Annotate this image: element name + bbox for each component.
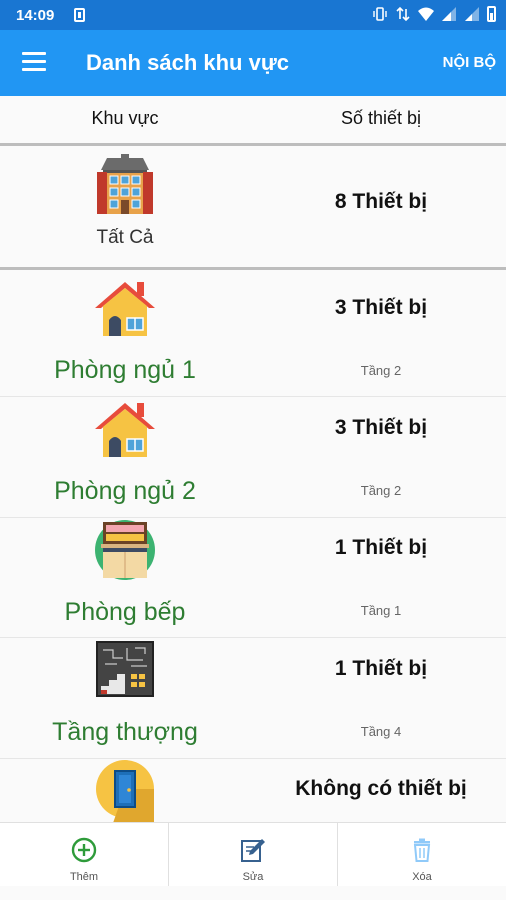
floor-label: Tầng 1 bbox=[360, 603, 402, 618]
edit-button[interactable]: Sửa bbox=[168, 823, 337, 886]
bottom-spacer bbox=[0, 886, 506, 900]
kitchen-icon bbox=[95, 520, 155, 580]
status-bar: 14:09 bbox=[0, 0, 506, 30]
area-name: Tất Cả bbox=[96, 227, 154, 248]
status-time: 14:09 bbox=[16, 7, 55, 24]
signal-icon-1 bbox=[442, 7, 456, 21]
area-name: Phòng bếp bbox=[64, 598, 186, 626]
device-count: 3 Thiết bị bbox=[334, 416, 428, 439]
signal-icon-2 bbox=[465, 7, 479, 21]
delete-button[interactable]: Xóa bbox=[337, 823, 506, 886]
floor-label: Tầng 2 bbox=[360, 363, 402, 378]
internal-button[interactable]: NỘI BỘ bbox=[443, 54, 496, 71]
list-item-kitchen[interactable]: Phòng bếp 1 Thiết bị Tầng 1 bbox=[0, 518, 506, 637]
device-count: 3 Thiết bị bbox=[334, 296, 428, 319]
data-arrows-icon bbox=[396, 6, 410, 22]
list-item-unassigned[interactable]: Không có thiết bị bbox=[0, 759, 506, 822]
add-label: Thêm bbox=[69, 871, 99, 883]
list-item-all[interactable]: Tất Cả 8 Thiết bị bbox=[0, 146, 506, 267]
house-icon bbox=[95, 282, 155, 336]
device-count: 8 Thiết bị bbox=[334, 190, 428, 213]
battery-icon bbox=[487, 6, 496, 22]
floor-label: Tầng 4 bbox=[360, 724, 402, 739]
area-name: Phòng ngủ 1 bbox=[54, 356, 196, 384]
app-bar: Danh sách khu vực NỘI BỘ bbox=[0, 30, 506, 96]
column-header-device-count: Số thiết bị bbox=[340, 108, 422, 128]
device-count: 1 Thiết bị bbox=[334, 536, 428, 559]
list-item-rooftop[interactable]: Tầng thượng 1 Thiết bị Tầng 4 bbox=[0, 638, 506, 758]
column-header: Khu vực Số thiết bị bbox=[0, 96, 506, 142]
building-icon bbox=[97, 154, 153, 214]
add-button[interactable]: Thêm bbox=[0, 823, 168, 886]
area-name: Phòng ngủ 2 bbox=[54, 477, 196, 505]
device-count: 1 Thiết bị bbox=[334, 657, 428, 680]
rooftop-stairs-icon bbox=[96, 641, 154, 697]
trash-icon bbox=[413, 838, 431, 862]
house-icon bbox=[95, 403, 155, 457]
device-count: Không có thiết bị bbox=[295, 777, 467, 800]
wifi-icon bbox=[418, 7, 434, 21]
add-circle-icon bbox=[71, 837, 97, 863]
vibrate-icon bbox=[373, 7, 387, 21]
list-item-bedroom-1[interactable]: Phòng ngủ 1 3 Thiết bị Tầng 2 bbox=[0, 270, 506, 396]
menu-icon[interactable] bbox=[22, 52, 46, 72]
page-title: Danh sách khu vực bbox=[86, 50, 289, 75]
column-header-area: Khu vực bbox=[91, 108, 159, 128]
floor-label: Tầng 2 bbox=[360, 483, 402, 498]
door-icon bbox=[96, 760, 154, 822]
edit-label: Sửa bbox=[242, 871, 264, 883]
sim-card-icon bbox=[74, 8, 85, 22]
edit-icon bbox=[241, 839, 265, 862]
list-item-bedroom-2[interactable]: Phòng ngủ 2 3 Thiết bị Tầng 2 bbox=[0, 397, 506, 517]
delete-label: Xóa bbox=[412, 871, 432, 883]
bottom-action-bar: Thêm Sửa Xóa bbox=[0, 822, 506, 886]
area-name: Tầng thượng bbox=[52, 718, 198, 746]
